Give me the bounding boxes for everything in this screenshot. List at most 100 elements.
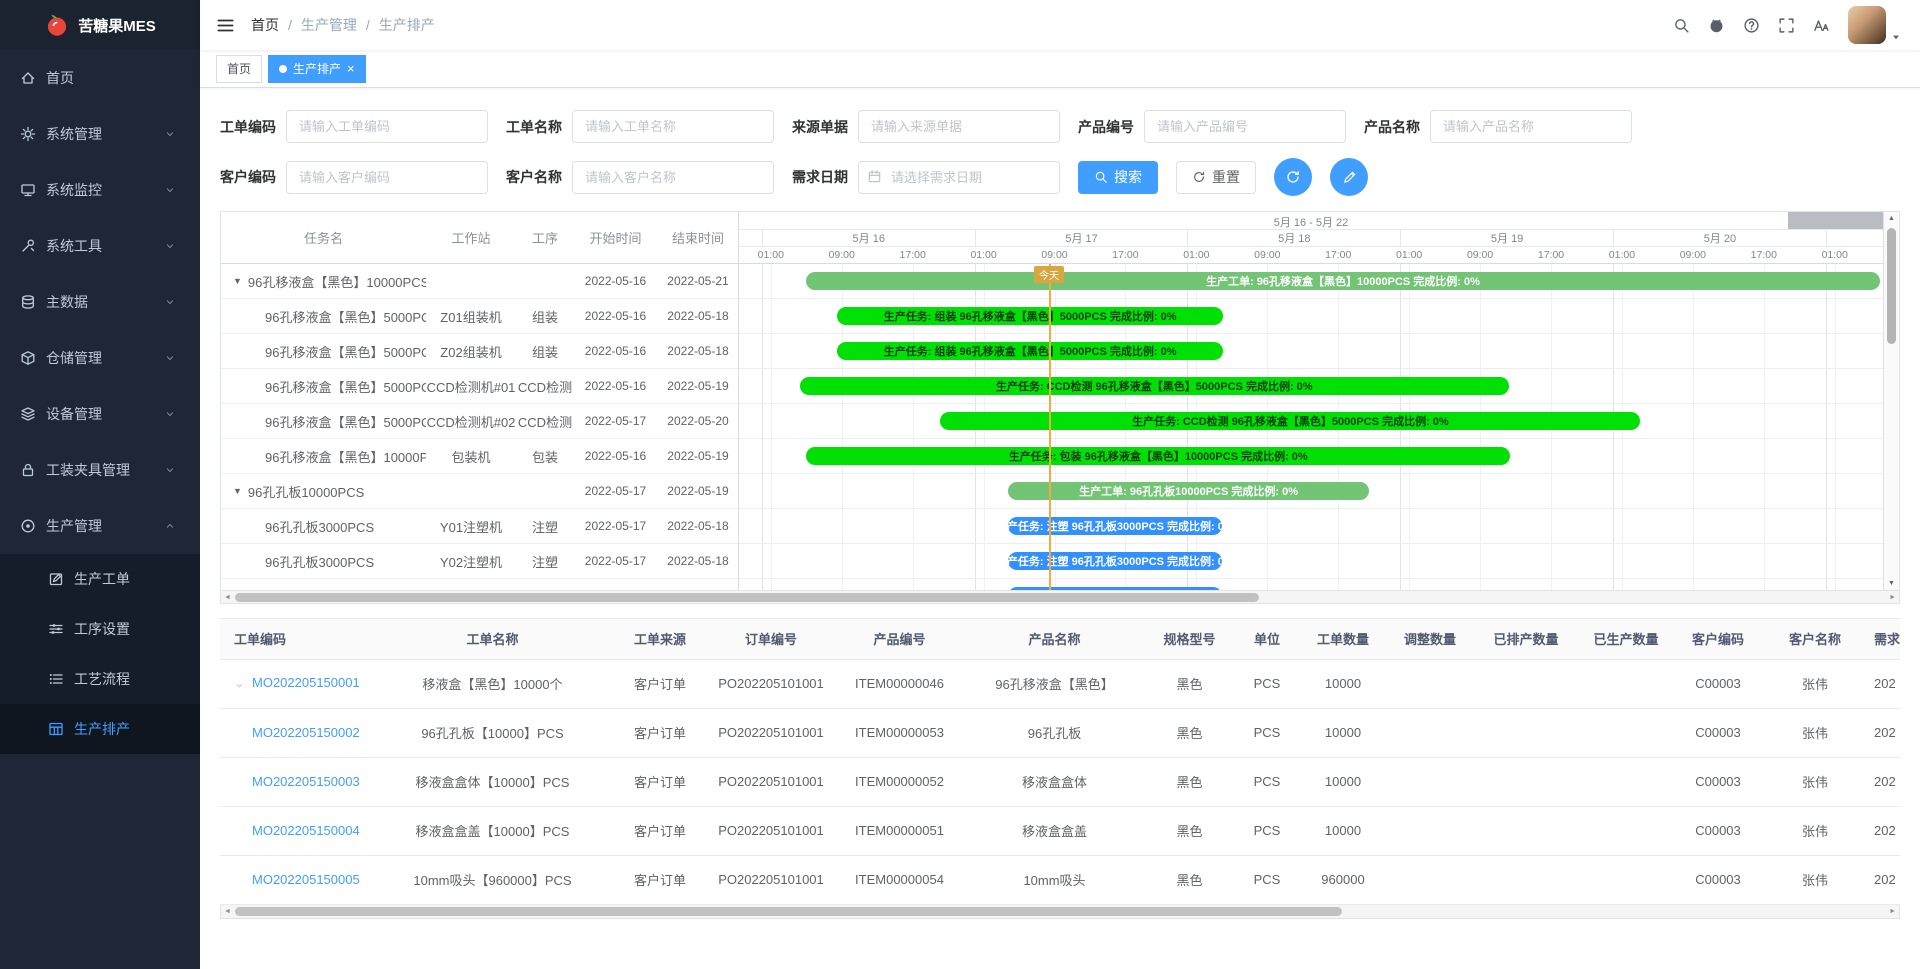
order-code-link[interactable]: MO202205150002 [252, 725, 360, 740]
start-time-cell: 2022-05-17 [574, 519, 657, 533]
scroll-right-arrow-icon[interactable]: ► [1889, 594, 1896, 601]
gantt-bar[interactable]: 生产工单: 96孔移液盒【黑色】10000PCS 完成比例: 0% [806, 272, 1879, 290]
scroll-up-arrow-icon[interactable]: ▲ [1884, 215, 1899, 222]
sidebar-item-process-flow[interactable]: 工艺流程 [0, 654, 200, 704]
fullscreen-button[interactable] [1778, 17, 1795, 34]
demand-date-input[interactable] [858, 161, 1060, 194]
scroll-left-arrow-icon[interactable]: ◄ [224, 908, 231, 915]
order-code-link[interactable]: MO202205150004 [252, 823, 360, 838]
order-row[interactable]: MO20220515000296孔孔板【10000】PCS客户订单PO20220… [220, 708, 1900, 757]
orders-horizontal-scrollbar[interactable]: ◄ ► [220, 905, 1900, 919]
order-code-link[interactable]: MO202205150003 [252, 774, 360, 789]
sidebar-item-system-management[interactable]: 系统管理 [0, 106, 200, 162]
sidebar-item-system-tools[interactable]: 系统工具 [0, 218, 200, 274]
user-menu[interactable] [1848, 6, 1902, 44]
order-row[interactable]: MO202205150003移液盒盒体【10000】PCS客户订单PO20220… [220, 757, 1900, 806]
sidebar-item-production-work-order[interactable]: 生产工单 [0, 554, 200, 604]
breadcrumb-item[interactable]: 生产管理 [301, 15, 357, 35]
product-name-input[interactable] [1430, 110, 1632, 143]
refresh-circle-button[interactable] [1274, 158, 1312, 196]
tab-home[interactable]: 首页 [216, 55, 262, 83]
gantt-task-row[interactable]: 96孔移液盒【黑色】5000PCSZ01组装机组装2022-05-162022-… [221, 299, 738, 334]
collapse-triangle-icon[interactable]: ▼ [233, 276, 242, 286]
font-size-button[interactable] [1813, 17, 1830, 34]
close-icon[interactable]: × [347, 62, 355, 75]
work-order-code-input[interactable] [286, 110, 488, 143]
device-icon [20, 406, 36, 422]
question-button[interactable] [1743, 17, 1760, 34]
scroll-left-arrow-icon[interactable]: ◄ [224, 594, 231, 601]
gantt-horizontal-scrollbar[interactable]: ◄ ► [220, 590, 1900, 604]
gantt-task-row[interactable]: 96孔孔板3000PCSY03注塑机注塑2022-05-172022-05-18 [221, 579, 738, 590]
gantt-task-row[interactable]: 96孔移液盒【黑色】10000PCS包装机包装2022-05-162022-05… [221, 439, 738, 474]
gantt-task-row[interactable]: 96孔孔板3000PCSY01注塑机注塑2022-05-172022-05-18 [221, 509, 738, 544]
order-cell: 202 [1870, 757, 1900, 806]
avatar[interactable] [1848, 6, 1886, 44]
order-cell: 黑色 [1147, 855, 1232, 904]
breadcrumb-item[interactable]: 首页 [251, 15, 279, 35]
app-logo[interactable]: 苦糖果MES [0, 0, 200, 50]
source-doc-input[interactable] [858, 110, 1060, 143]
customer-code-input[interactable] [286, 161, 488, 194]
chevron-down-icon [164, 240, 176, 252]
gantt-bar[interactable]: 生产任务: 组装 96孔移液盒【黑色】5000PCS 完成比例: 0% [837, 342, 1223, 360]
sidebar-item-fixture-management[interactable]: 工装夹具管理 [0, 442, 200, 498]
scrollbar-thumb[interactable] [235, 593, 1259, 602]
order-row[interactable]: MO20220515000510mm吸头【960000】PCS客户订单PO202… [220, 855, 1900, 904]
process-cell: 包装 [516, 447, 574, 466]
product-code-input[interactable] [1144, 110, 1346, 143]
sidebar-item-label: 工装夹具管理 [46, 460, 164, 480]
collapse-triangle-icon[interactable]: ▼ [233, 486, 242, 496]
sidebar-item-process-settings[interactable]: 工序设置 [0, 604, 200, 654]
breadcrumb-item[interactable]: 生产排产 [379, 15, 435, 35]
gantt-bar[interactable]: 生产工单: 96孔孔板10000PCS 完成比例: 0% [1008, 482, 1370, 500]
reset-button[interactable]: 重置 [1176, 161, 1256, 194]
gantt-task-row[interactable]: ▼96孔移液盒【黑色】10000PCS2022-05-162022-05-21 [221, 264, 738, 299]
gantt-bar[interactable]: 生产任务: CCD检测 96孔移液盒【黑色】5000PCS 完成比例: 0% [940, 412, 1640, 430]
scroll-down-arrow-icon[interactable]: ▼ [1884, 580, 1899, 587]
github-button[interactable] [1708, 17, 1725, 34]
gantt-bar[interactable]: 生产任务: 注塑 96孔孔板3000PCS 完成比例: 0% [1008, 552, 1222, 570]
filter-demand-date: 需求日期 [792, 161, 1060, 194]
work-order-name-input[interactable] [572, 110, 774, 143]
expand-chevron-icon[interactable] [234, 677, 252, 692]
search-button[interactable]: 搜索 [1078, 161, 1158, 194]
edit-circle-button[interactable] [1330, 158, 1368, 196]
sidebar-item-system-monitor[interactable]: 系统监控 [0, 162, 200, 218]
gantt-bar[interactable]: 生产任务: 组装 96孔移液盒【黑色】5000PCS 完成比例: 0% [837, 307, 1223, 325]
scroll-right-arrow-icon[interactable]: ► [1889, 908, 1896, 915]
filter-customer-name: 客户名称 [506, 161, 774, 194]
order-cell: 202 [1870, 659, 1900, 708]
gantt-column-header: 结束时间 [657, 228, 739, 247]
sidebar-item-equipment-management[interactable]: 设备管理 [0, 386, 200, 442]
order-cell: 移液盒盒体【10000】PCS [370, 757, 615, 806]
order-cell: 张伟 [1760, 659, 1870, 708]
sidebar-item-production-scheduling[interactable]: 生产排产 [0, 704, 200, 754]
scrollbar-thumb[interactable] [1887, 228, 1896, 344]
filter-product-code: 产品编号 [1078, 110, 1346, 143]
order-row[interactable]: MO202205150004移液盒盒盖【10000】PCS客户订单PO20220… [220, 806, 1900, 855]
order-code-link[interactable]: MO202205150001 [252, 675, 360, 690]
gantt-bar[interactable]: 生产任务: CCD检测 96孔移液盒【黑色】5000PCS 完成比例: 0% [800, 377, 1509, 395]
gantt-task-row[interactable]: 96孔移液盒【黑色】5000PCSZ02组装机组装2022-05-162022-… [221, 334, 738, 369]
order-row[interactable]: MO202205150001移液盒【黑色】10000个客户订单PO2022051… [220, 659, 1900, 708]
sidebar-item-home[interactable]: 首页 [0, 50, 200, 106]
order-code-link[interactable]: MO202205150005 [252, 872, 360, 887]
sidebar-item-production-management[interactable]: 生产管理 [0, 498, 200, 554]
gantt-task-row[interactable]: 96孔移液盒【黑色】5000PCSCCD检测机#01CCD检测2022-05-1… [221, 369, 738, 404]
gantt-bar[interactable]: 生产任务: 注塑 96孔孔板3000PCS 完成比例: 0% [1008, 517, 1222, 535]
sidebar-toggle-button[interactable] [216, 16, 235, 35]
search-button[interactable] [1673, 17, 1690, 34]
gantt-bar[interactable]: 生产任务: 注塑 96孔孔板3000PCS 完成比例: 0% [1008, 587, 1222, 590]
tab-production-scheduling[interactable]: 生产排产× [268, 55, 366, 83]
gantt-task-row[interactable]: ▼96孔孔板10000PCS2022-05-172022-05-19 [221, 474, 738, 509]
customer-name-input[interactable] [572, 161, 774, 194]
gantt-bar[interactable]: 生产任务: 包装 96孔移液盒【黑色】10000PCS 完成比例: 0% [806, 447, 1510, 465]
gantt-task-row[interactable]: 96孔移液盒【黑色】5000PCSCCD检测机#02CCD检测2022-05-1… [221, 404, 738, 439]
sidebar-item-master-data[interactable]: 主数据 [0, 274, 200, 330]
gantt-vertical-scrollbar[interactable]: ▲ ▼ [1883, 212, 1899, 590]
sidebar-item-warehouse-management[interactable]: 仓储管理 [0, 330, 200, 386]
order-cell: 客户订单 [615, 757, 705, 806]
gantt-task-row[interactable]: 96孔孔板3000PCSY02注塑机注塑2022-05-172022-05-18 [221, 544, 738, 579]
scrollbar-thumb[interactable] [235, 907, 1342, 916]
